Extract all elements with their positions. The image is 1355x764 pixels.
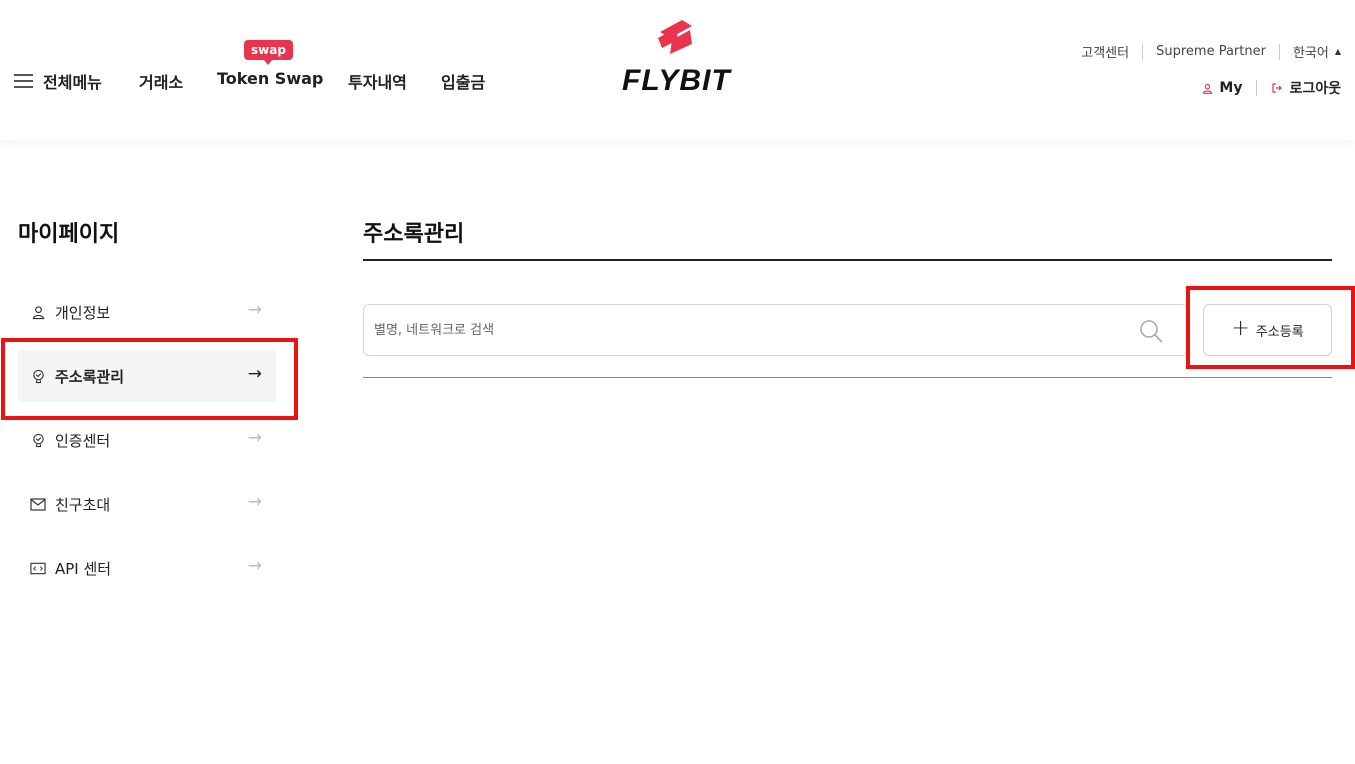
page-title: 주소록관리 bbox=[363, 222, 465, 247]
add-address-button[interactable]: + 주소등록 bbox=[1203, 304, 1332, 356]
top-header: 전체메뉴 거래소 swap Token Swap 투자내역 입출금 FLYBIT… bbox=[0, 0, 1355, 140]
sidebar-item-label: API 센터 bbox=[55, 559, 112, 578]
flybit-logo[interactable]: FLYBIT bbox=[620, 18, 735, 100]
sidebar-item-label: 개인정보 bbox=[55, 303, 111, 322]
sidebar-item-api-center[interactable]: API 센터 → bbox=[18, 542, 276, 594]
my-label: My bbox=[1219, 80, 1243, 96]
user-icon bbox=[1203, 83, 1213, 94]
bulb-icon bbox=[30, 432, 46, 448]
divider bbox=[1142, 43, 1144, 60]
nav-exchange[interactable]: 거래소 bbox=[139, 69, 183, 93]
logout-label: 로그아웃 bbox=[1289, 81, 1341, 97]
arrow-right-icon: → bbox=[247, 300, 262, 320]
all-menu-label: 전체메뉴 bbox=[43, 73, 102, 92]
language-selector[interactable]: 한국어 ▲ bbox=[1293, 42, 1341, 61]
sidebar-item-label: 주소록관리 bbox=[55, 367, 125, 386]
list-divider bbox=[363, 377, 1332, 378]
add-address-label: 주소등록 bbox=[1255, 324, 1304, 340]
caret-up-icon: ▲ bbox=[1334, 47, 1341, 56]
user-icon bbox=[30, 304, 46, 320]
sidebar-item-personal-info[interactable]: 개인정보 → bbox=[18, 286, 276, 338]
all-menu-button[interactable]: 전체메뉴 bbox=[14, 69, 102, 93]
search-icon[interactable] bbox=[1138, 318, 1164, 348]
logout-link[interactable]: 로그아웃 bbox=[1271, 78, 1341, 98]
nav-token-swap[interactable]: Token Swap bbox=[217, 69, 323, 88]
sidebar-item-auth-center[interactable]: 인증센터 → bbox=[18, 414, 276, 466]
sidebar-item-label: 인증센터 bbox=[55, 431, 111, 450]
hamburger-icon bbox=[14, 74, 33, 88]
nav-investment-history[interactable]: 투자내역 bbox=[348, 69, 407, 93]
account-links: My 로그아웃 bbox=[1202, 78, 1341, 98]
logo-text: FLYBIT bbox=[622, 64, 731, 97]
arrow-right-icon: → bbox=[247, 492, 262, 512]
api-icon bbox=[30, 560, 46, 576]
arrow-right-icon: → bbox=[247, 364, 262, 384]
divider bbox=[1256, 80, 1258, 96]
title-divider bbox=[363, 259, 1332, 261]
logout-icon bbox=[1272, 83, 1283, 93]
swap-badge: swap bbox=[244, 40, 293, 65]
divider bbox=[1278, 43, 1280, 60]
plus-icon: + bbox=[1231, 316, 1250, 341]
logo-mark-icon bbox=[658, 20, 692, 54]
sidebar-item-label: 친구초대 bbox=[55, 495, 111, 514]
sidebar-title: 마이페이지 bbox=[18, 222, 120, 247]
mail-icon bbox=[30, 496, 46, 512]
language-label: 한국어 bbox=[1292, 46, 1329, 61]
sidebar-item-invite-friends[interactable]: 친구초대 → bbox=[18, 478, 276, 530]
search-input[interactable] bbox=[374, 305, 1114, 355]
supreme-partner-link[interactable]: Supreme Partner bbox=[1156, 44, 1266, 59]
my-link[interactable]: My bbox=[1202, 80, 1242, 96]
search-field bbox=[363, 304, 1188, 356]
arrow-right-icon: → bbox=[247, 428, 262, 448]
nav-deposit-withdraw[interactable]: 입출금 bbox=[441, 69, 485, 93]
bulb-icon bbox=[30, 368, 46, 384]
arrow-right-icon: → bbox=[247, 556, 262, 576]
customer-center-link[interactable]: 고객센터 bbox=[1081, 42, 1129, 61]
sidebar-item-address-book[interactable]: 주소록관리 → bbox=[18, 350, 276, 402]
utility-links: 고객센터 Supreme Partner 한국어 ▲ bbox=[1081, 42, 1341, 61]
